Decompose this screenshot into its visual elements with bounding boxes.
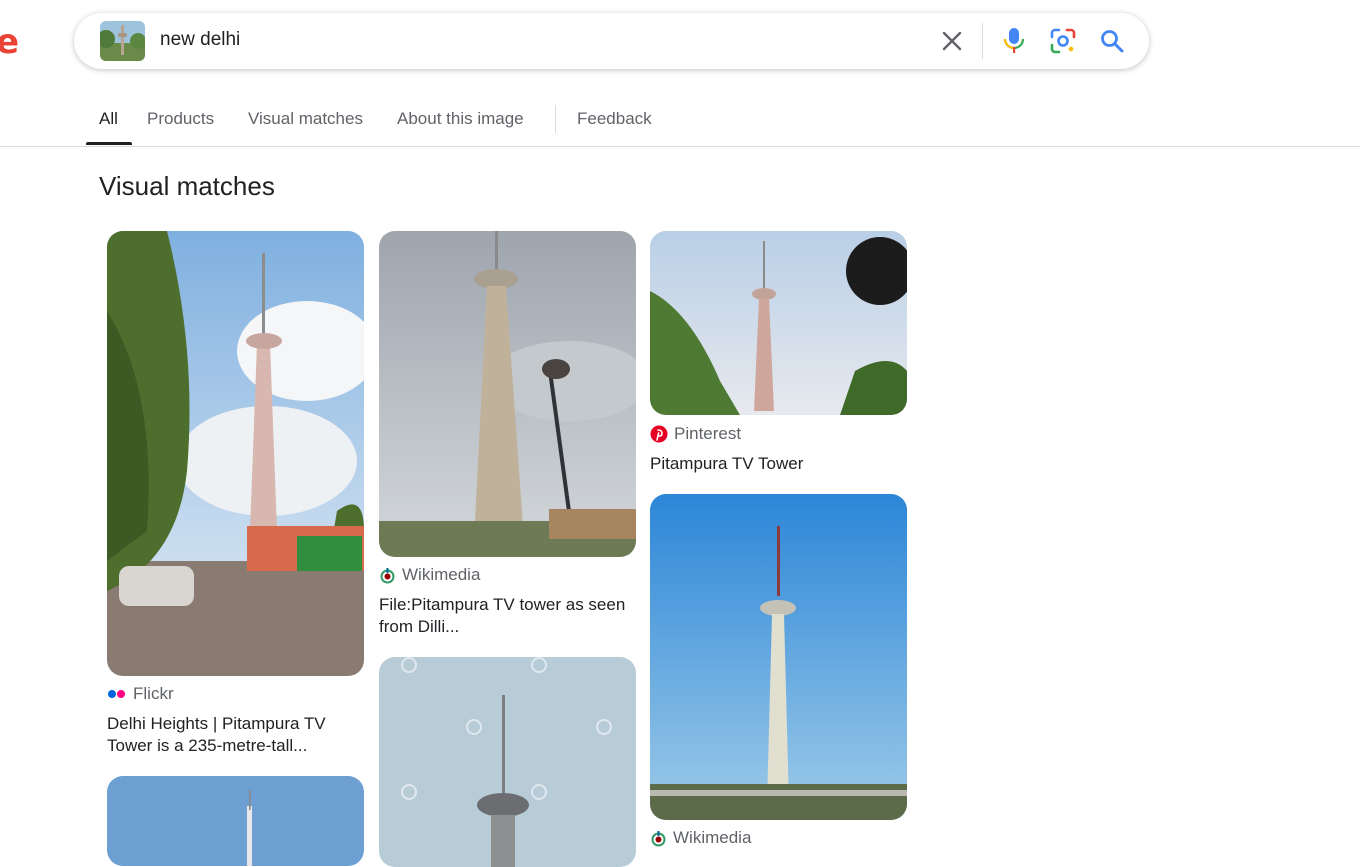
result-image-wikimedia-2[interactable] <box>650 494 907 820</box>
camera-lens-icon[interactable] <box>1047 25 1079 57</box>
result-title[interactable]: File:Pitampura TV tower as seen from Dil… <box>379 594 635 638</box>
result-source-pinterest[interactable]: Pinterest <box>650 423 741 445</box>
active-tab-indicator <box>86 142 132 145</box>
result-source-flickr[interactable]: Flickr <box>107 683 174 705</box>
result-title[interactable]: Pitampura TV Tower <box>650 453 906 475</box>
search-image-thumbnail[interactable] <box>100 21 145 61</box>
search-box[interactable]: new delhi <box>74 13 1149 69</box>
feedback-link[interactable]: Feedback <box>577 108 652 130</box>
search-input[interactable]: new delhi <box>160 28 240 52</box>
flickr-icon <box>108 690 125 698</box>
result-source-wikimedia-2[interactable]: Wikimedia <box>650 827 751 849</box>
close-icon[interactable] <box>936 25 968 57</box>
pinterest-icon <box>650 425 668 443</box>
tab-about-this-image[interactable]: About this image <box>397 108 524 130</box>
tab-all[interactable]: All <box>99 108 118 130</box>
source-label: Wikimedia <box>673 828 752 847</box>
result-image-more-1[interactable] <box>107 776 364 866</box>
section-title: Visual matches <box>99 171 275 201</box>
result-image-pinterest[interactable] <box>650 231 907 415</box>
result-image-more-2[interactable] <box>379 657 636 867</box>
microphone-icon[interactable] <box>998 25 1030 57</box>
search-icon[interactable] <box>1096 25 1128 57</box>
source-label: Flickr <box>133 684 174 703</box>
result-image-flickr[interactable] <box>107 231 364 676</box>
result-title[interactable]: Delhi Heights | Pitampura TV Tower is a … <box>107 713 363 757</box>
tab-products[interactable]: Products <box>147 108 214 130</box>
result-source-wikimedia[interactable]: Wikimedia <box>379 564 480 586</box>
source-label: Wikimedia <box>402 565 481 584</box>
wikimedia-icon <box>651 830 666 846</box>
tab-visual-matches[interactable]: Visual matches <box>248 108 363 130</box>
google-logo-fragment[interactable]: e <box>0 22 19 62</box>
results-tabs: All Products Visual matches About this i… <box>0 100 1360 147</box>
wikimedia-icon <box>380 567 395 583</box>
tabs-divider <box>555 105 556 133</box>
search-box-divider <box>982 23 983 59</box>
result-image-wikimedia[interactable] <box>379 231 636 557</box>
source-label: Pinterest <box>674 424 742 443</box>
